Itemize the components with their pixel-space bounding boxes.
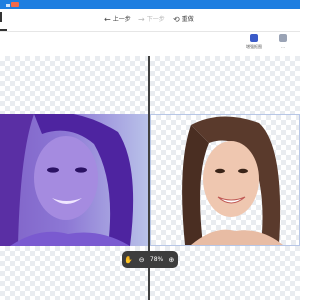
- reset-label: 重做: [181, 16, 194, 23]
- more-button[interactable]: ...: [272, 34, 294, 49]
- toolbar-divider: [0, 31, 300, 32]
- document-tab[interactable]: [0, 12, 8, 22]
- cutout-portrait: [182, 116, 283, 245]
- badge: [11, 2, 19, 7]
- top-toolbar: ← 上一步 → 下一步 ⟲ 重做: [0, 9, 300, 31]
- hair-left: [0, 114, 34, 246]
- face: [203, 141, 259, 217]
- result-image-panel: [150, 114, 300, 246]
- redo-arrow-icon: →: [138, 15, 145, 24]
- left-eye: [47, 167, 59, 173]
- reset-button[interactable]: ⟲ 重做: [173, 15, 194, 25]
- face: [34, 136, 98, 220]
- undo-arrow-icon: ←: [104, 15, 111, 24]
- person-icon: [250, 34, 258, 42]
- undo-label: 上一步: [112, 16, 131, 23]
- more-label: ...: [281, 44, 285, 49]
- zoom-level: 78%: [149, 256, 164, 263]
- zoom-out-icon[interactable]: ⊖: [137, 255, 147, 265]
- title-bar: [0, 0, 300, 9]
- undo-button[interactable]: ← 上一步: [104, 15, 131, 25]
- zoom-in-icon[interactable]: ⊕: [166, 255, 176, 265]
- side-tools: 增强抠图 ...: [240, 34, 300, 54]
- right-eye: [75, 167, 87, 173]
- more-icon: [279, 34, 287, 42]
- zoom-controls: ✋ ⊖ 78% ⊕: [122, 251, 178, 268]
- hand-icon[interactable]: ✋: [124, 255, 134, 265]
- redo-label: 下一步: [146, 16, 165, 23]
- app-icon: [6, 4, 10, 7]
- redo-button[interactable]: → 下一步: [138, 15, 165, 25]
- enhance-label: 增强抠图: [246, 44, 262, 49]
- reset-clock-icon: ⟲: [173, 15, 180, 24]
- original-portrait: [0, 114, 134, 246]
- right-eye: [238, 168, 248, 174]
- enhance-button[interactable]: 增强抠图: [242, 34, 266, 50]
- left-eye: [215, 168, 225, 174]
- original-image-panel: [0, 114, 148, 246]
